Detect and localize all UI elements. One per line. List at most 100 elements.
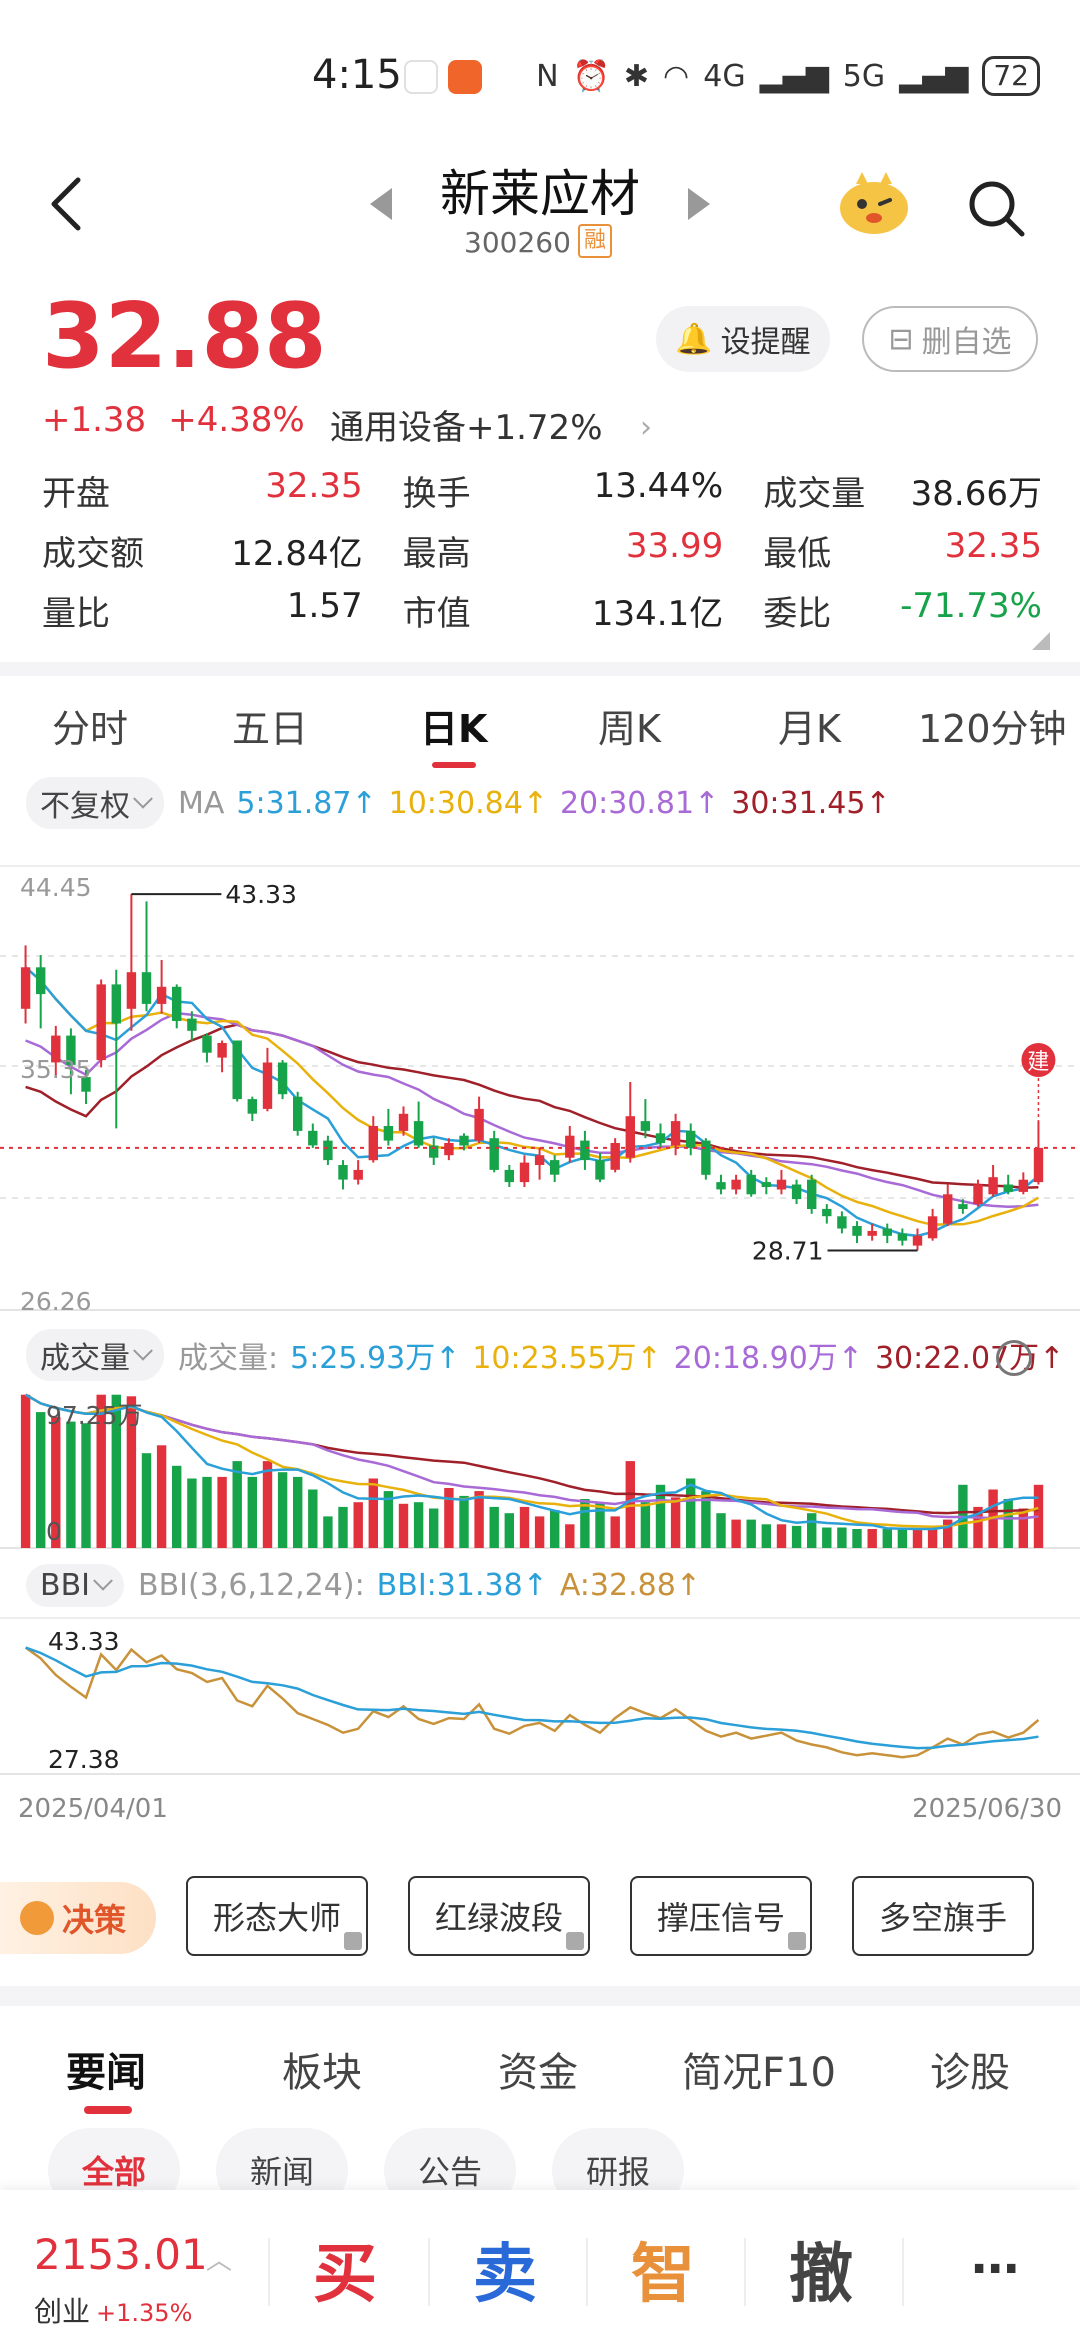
volume-dropdown[interactable]: 成交量	[26, 1329, 164, 1381]
candle-body	[368, 1126, 378, 1161]
expand-corner-icon[interactable]	[1032, 632, 1050, 650]
buy-button[interactable]: 买	[270, 2224, 420, 2314]
remove-favorite-button[interactable]: ⊟ 删自选	[862, 306, 1038, 372]
volume-bar	[776, 1524, 787, 1548]
bull-bear-flag-label: 多空旗手	[878, 1899, 1007, 1937]
chevron-up-icon[interactable]: ︿	[206, 2240, 232, 2277]
tab-headlines[interactable]: 要闻	[66, 2040, 146, 2098]
price-change: +1.38 +4.38%	[42, 400, 305, 440]
sector-percent: +1.72%	[466, 408, 603, 448]
vol10-value: 10:23.55万↑	[472, 1341, 662, 1376]
volume-bar	[534, 1516, 545, 1548]
candle-body	[459, 1135, 469, 1146]
support-pressure-button[interactable]: 撑压信号	[630, 1876, 812, 1956]
volume-bar	[353, 1502, 363, 1548]
huawei-app-icon	[404, 60, 438, 94]
index-value[interactable]: 2153.01	[34, 2230, 208, 2279]
candle-body	[776, 1179, 787, 1190]
quote-cell: 成交量 38.66万	[763, 466, 1042, 515]
next-stock-icon[interactable]	[688, 188, 710, 220]
index-name: 创业 +1.35%	[34, 2290, 192, 2330]
candle-body	[262, 1062, 273, 1109]
decision-tag[interactable]: 决策	[0, 1882, 156, 1954]
bbi-label: BBI	[40, 1567, 91, 1603]
tab-monthly-k[interactable]: 月K	[778, 698, 841, 753]
kline-tabs: 分时 五日 日K 周K 月K 120分钟	[0, 684, 1080, 774]
set-alert-button[interactable]: 🔔 设提醒	[656, 306, 830, 372]
more-icon[interactable]: ⋯	[920, 2224, 1070, 2314]
volume-bar	[550, 1510, 560, 1548]
tab-daily-k[interactable]: 日K	[420, 698, 487, 753]
candle-body	[413, 1121, 424, 1146]
sector-link[interactable]: 通用设备+1.72%	[330, 400, 603, 449]
quote-cell: 换手 13.44%	[403, 466, 764, 515]
bbi-max-label: 43.33	[48, 1627, 120, 1656]
volume-bar	[504, 1513, 514, 1548]
bbi-dropdown[interactable]: BBI	[26, 1563, 125, 1607]
smart-button[interactable]: 智	[588, 2224, 738, 2314]
candle-body	[1033, 1147, 1044, 1183]
ma5-value: 5:31.87↑	[236, 785, 377, 821]
candle-body	[897, 1233, 908, 1241]
volume-bar	[610, 1516, 620, 1548]
nfc-icon: N	[536, 58, 559, 94]
quote-value: 32.35	[944, 525, 1042, 566]
tab-timeshare[interactable]: 分时	[52, 698, 128, 753]
tab-funds[interactable]: 资金	[498, 2040, 578, 2098]
tab-five-day[interactable]: 五日	[232, 698, 308, 753]
tab-weekly-k[interactable]: 周K	[598, 698, 661, 753]
candle-body	[731, 1179, 741, 1190]
adjust-dropdown[interactable]: 不复权	[26, 777, 164, 829]
volume-bar	[716, 1513, 726, 1548]
active-tab-indicator	[84, 2106, 132, 2114]
volume-bar	[141, 1453, 152, 1548]
volume-bar	[670, 1497, 681, 1548]
quote-label: 市值	[402, 593, 471, 634]
lock-icon	[788, 1932, 806, 1950]
bbi-line	[25, 1646, 1039, 1750]
candle-body	[973, 1184, 983, 1204]
bull-bear-flag-button[interactable]: 多空旗手	[852, 1876, 1034, 1956]
tab-f10[interactable]: 简况F10	[682, 2040, 836, 2098]
candle-body	[565, 1135, 575, 1158]
search-icon[interactable]	[966, 178, 1026, 238]
candle-body	[323, 1140, 333, 1161]
mascot-icon[interactable]	[836, 168, 912, 238]
bbi-a-value: A:32.88↑	[559, 1567, 701, 1603]
chevron-right-icon[interactable]: ›	[640, 410, 652, 445]
volume-bar	[897, 1529, 908, 1548]
sell-button[interactable]: 卖	[430, 2224, 580, 2314]
tab-120min[interactable]: 120分钟	[918, 698, 1067, 753]
tab-diagnosis[interactable]: 诊股	[930, 2040, 1010, 2098]
candle-body	[353, 1169, 363, 1180]
lock-icon	[566, 1932, 584, 1950]
quote-label: 成交量	[763, 473, 866, 514]
volume-bar	[413, 1502, 424, 1548]
volume-legend: 成交量 成交量: 5:25.93万↑ 10:23.55万↑ 20:18.90万↑…	[26, 1329, 1076, 1381]
candle-body	[655, 1133, 666, 1144]
settings-icon[interactable]	[996, 1340, 1032, 1376]
support-pressure-label: 撑压信号	[656, 1899, 785, 1937]
pattern-master-button[interactable]: 形态大师	[186, 1876, 368, 1956]
section-divider	[0, 1986, 1080, 2006]
lock-icon	[344, 1932, 362, 1950]
volume-bar	[277, 1472, 288, 1548]
x-axis-start-date: 2025/04/01	[18, 1794, 168, 1824]
volume-bar	[731, 1519, 741, 1548]
quote-cell: 最高 33.99	[403, 526, 764, 575]
candle-body	[96, 984, 106, 1061]
cancel-order-button[interactable]: 撤	[746, 2224, 896, 2314]
candle-body	[141, 972, 152, 1004]
candle-body	[867, 1230, 877, 1236]
tab-sector[interactable]: 板块	[282, 2040, 362, 2098]
decision-icon	[20, 1901, 54, 1935]
candle-body	[1003, 1184, 1013, 1192]
quote-label: 委比	[763, 593, 832, 634]
build-marker-label: 建	[1027, 1050, 1049, 1075]
quote-value: -71.73%	[900, 585, 1042, 626]
volume-bar	[852, 1529, 862, 1548]
red-green-band-button[interactable]: 红绿波段	[408, 1876, 590, 1956]
y-axis-mid-label: 35.35	[20, 1055, 92, 1084]
ma-legend: 不复权 MA 5:31.87↑ 10:30.84↑ 20:30.81↑ 30:3…	[26, 777, 903, 829]
volume-bar	[323, 1516, 333, 1548]
